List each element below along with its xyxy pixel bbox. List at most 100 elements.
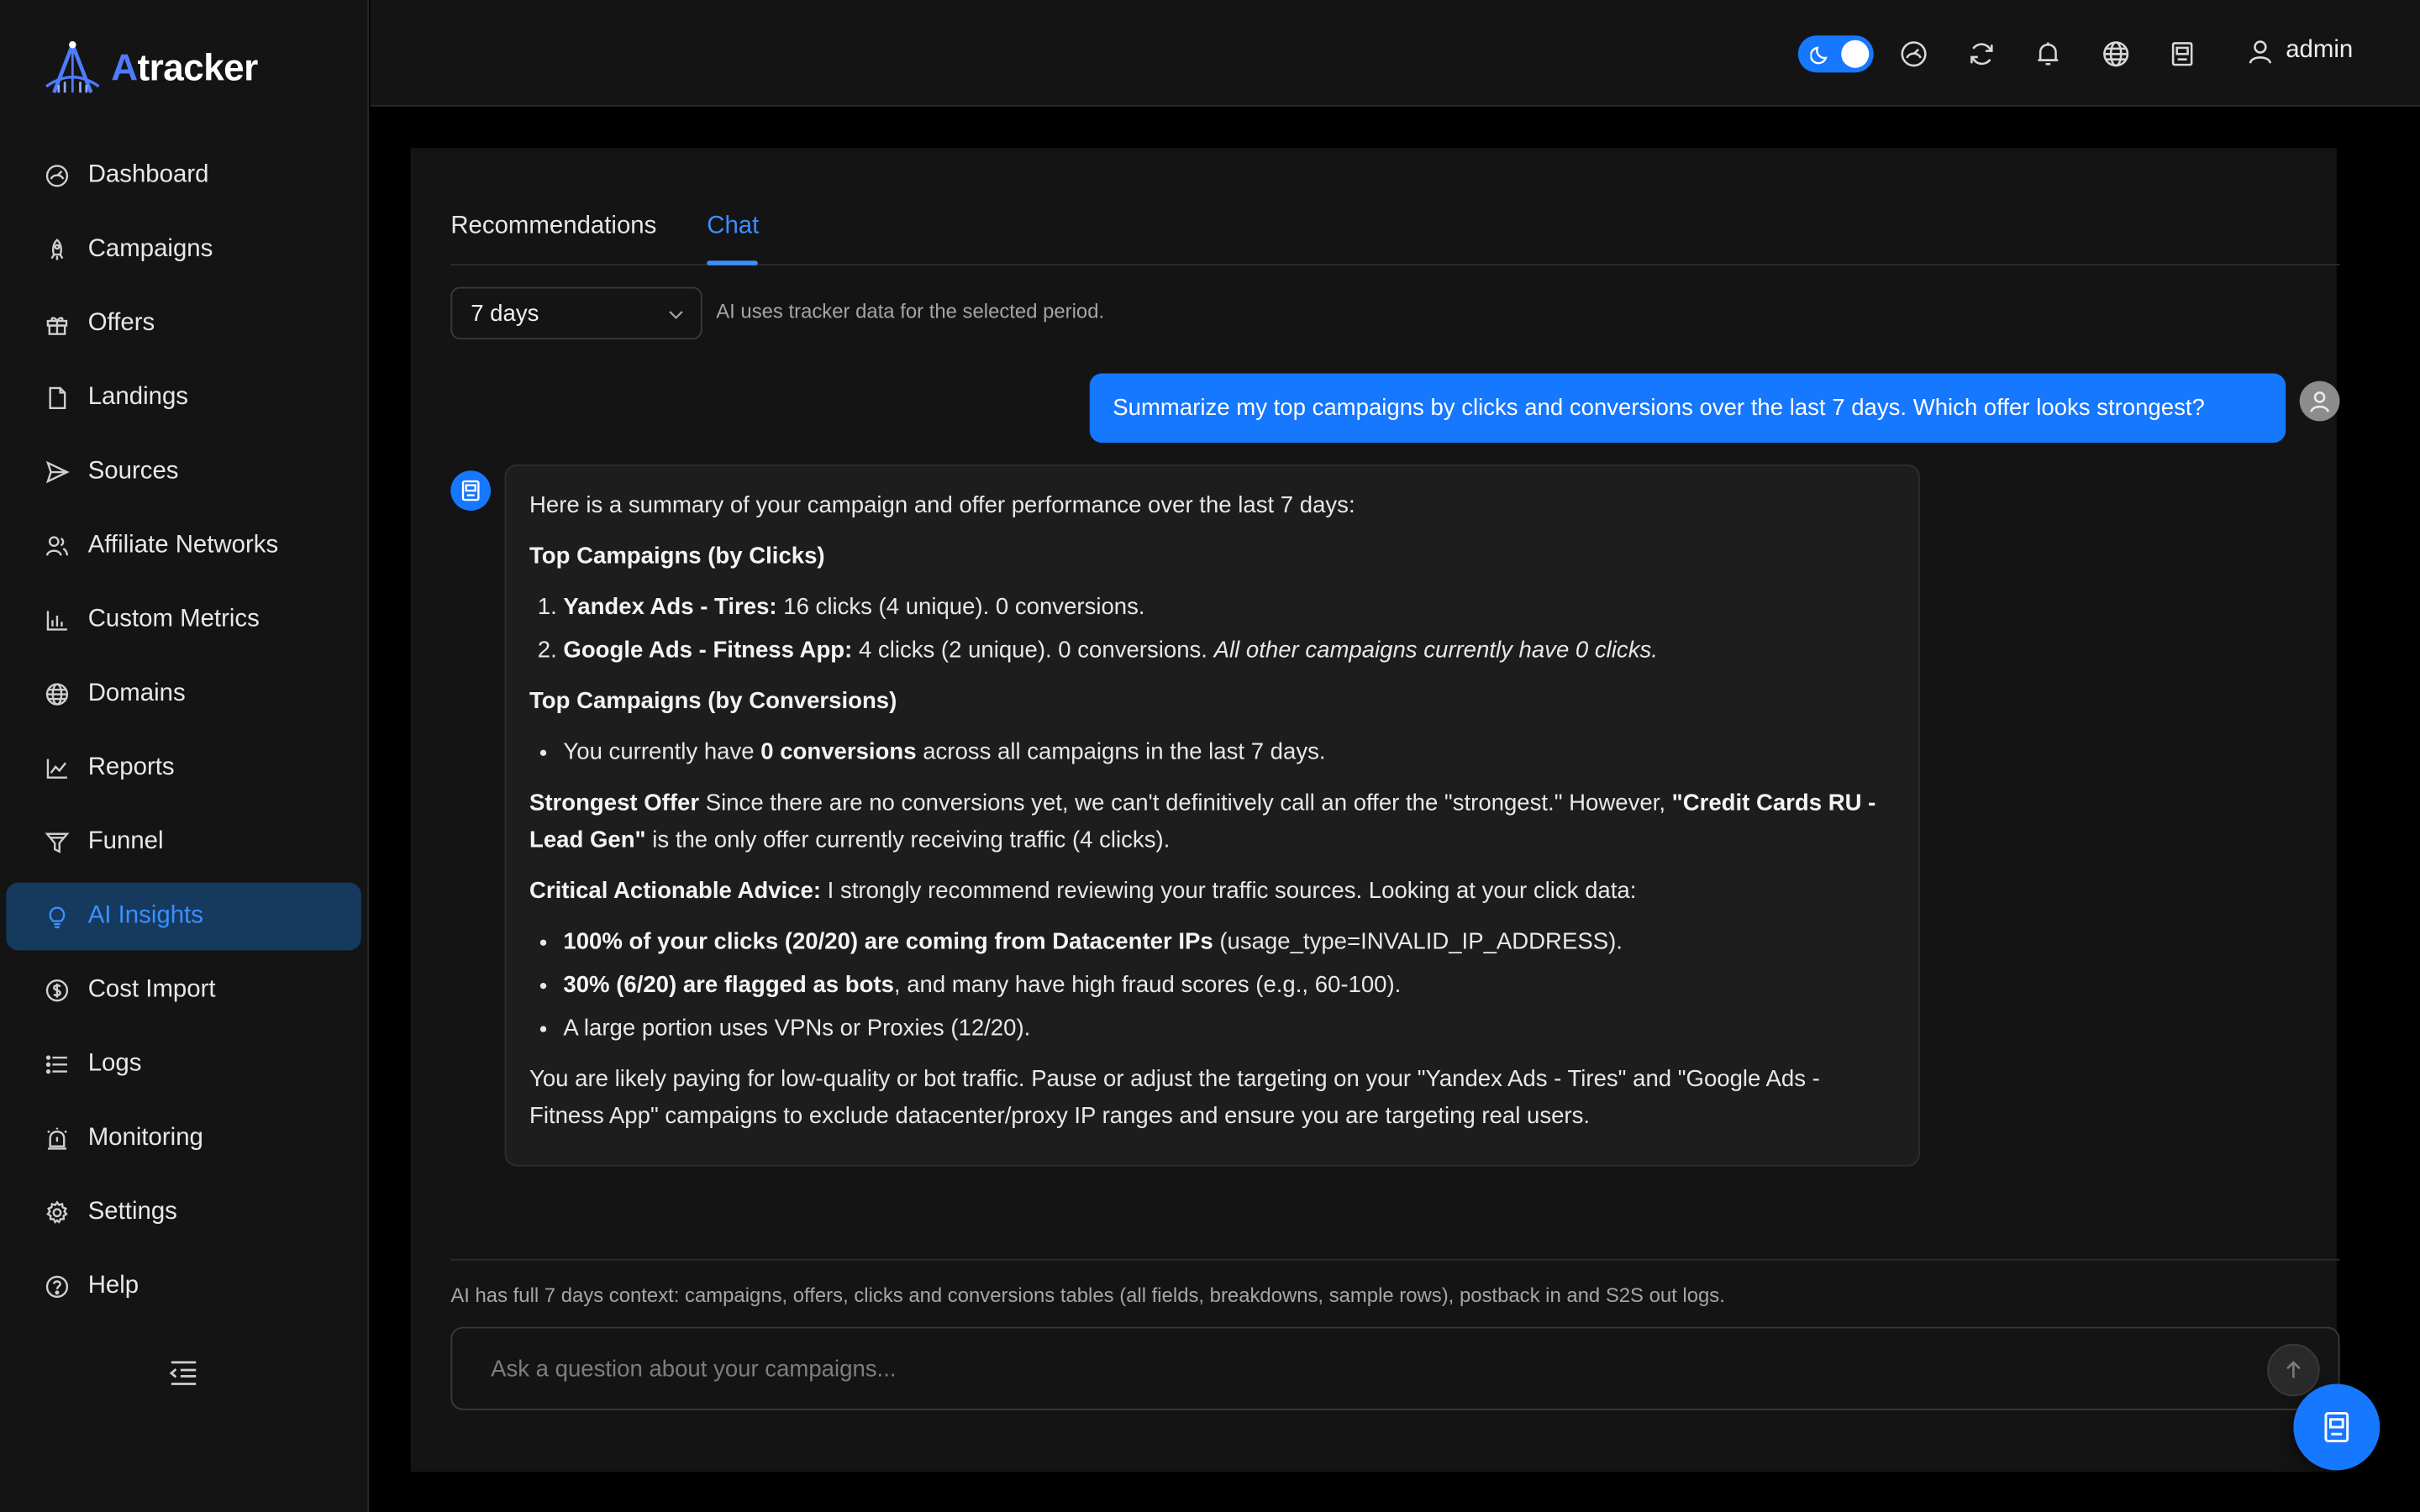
list-item: A large portion uses VPNs or Proxies (12…: [563, 1011, 1895, 1047]
dollar-icon: [45, 978, 69, 1002]
sidebar-item-label: Offers: [87, 310, 155, 337]
assistant-avatar: [450, 470, 492, 511]
sidebar-item-label: Campaigns: [87, 236, 213, 263]
sidebar-item-label: Landings: [87, 384, 188, 411]
sidebar-item-sources[interactable]: Sources: [6, 438, 360, 507]
line-chart-icon: [45, 756, 69, 780]
logo[interactable]: Atracker: [43, 40, 258, 99]
assistant-intro: Here is a summary of your campaign and o…: [529, 491, 1355, 519]
globe-icon: [45, 682, 69, 706]
bar-chart-icon: [45, 608, 69, 633]
toggle-knob: [1841, 39, 1870, 68]
sidebar-item-campaigns[interactable]: Campaigns: [6, 216, 360, 284]
logo-text: Atracker: [111, 47, 258, 90]
active-tab-indicator: [707, 260, 758, 265]
sidebar-item-dashboard[interactable]: Dashboard: [6, 142, 360, 210]
list-item: You currently have 0 conversions across …: [563, 734, 1895, 771]
send-icon: [45, 459, 70, 484]
divider: [450, 1258, 2340, 1261]
theme-toggle[interactable]: [1797, 35, 1874, 73]
strongest-offer-paragraph: Strongest Offer Since there are no conve…: [529, 790, 1876, 853]
conversions-list: You currently have 0 conversions across …: [563, 734, 1895, 771]
funnel-icon: [45, 830, 70, 854]
list-item: Google Ads - Fitness App: 4 clicks (2 un…: [563, 633, 1895, 669]
ai-insights-panel: Recommendations Chat 7 days AI uses trac…: [410, 148, 2340, 1473]
sidebar-item-affiliate-networks[interactable]: Affiliate Networks: [6, 512, 360, 580]
sidebar-item-ai-insights[interactable]: AI Insights: [6, 882, 361, 951]
rocket-icon: [45, 238, 69, 262]
period-note: AI uses tracker data for the selected pe…: [716, 299, 1105, 323]
gift-icon: [45, 312, 69, 336]
top-campaigns-by-clicks-list: Yandex Ads - Tires: 16 clicks (4 unique)…: [563, 590, 1895, 670]
robot-icon[interactable]: [2167, 39, 2198, 70]
assistant-message: Here is a summary of your campaign and o…: [504, 464, 1920, 1167]
sidebar-item-reports[interactable]: Reports: [6, 734, 360, 802]
sidebar-item-funnel[interactable]: Funnel: [6, 808, 360, 876]
speedometer-icon[interactable]: [1898, 39, 1929, 70]
sidebar-item-label: Sources: [87, 458, 179, 485]
sidebar: Atracker Dashboard Campaigns Offers Land…: [0, 0, 369, 1512]
sidebar-item-label: Monitoring: [87, 1124, 203, 1152]
sidebar-item-label: Funnel: [87, 828, 164, 855]
user-icon: [2249, 39, 2272, 63]
sidebar-item-label: Custom Metrics: [87, 606, 260, 633]
tab-recommendations[interactable]: Recommendations: [450, 213, 656, 240]
sidebar-item-label: AI Insights: [87, 902, 203, 929]
sidebar-item-label: Logs: [87, 1050, 142, 1078]
sidebar-item-logs[interactable]: Logs: [6, 1031, 360, 1099]
sidebar-item-cost-import[interactable]: Cost Import: [6, 957, 360, 1025]
username: admin: [2286, 37, 2354, 64]
list-icon: [45, 1053, 69, 1077]
sidebar-item-label: Settings: [87, 1199, 177, 1226]
context-note: AI has full 7 days context: campaigns, o…: [450, 1284, 1725, 1307]
robot-icon: [2324, 1411, 2349, 1442]
chat-input[interactable]: [452, 1328, 2243, 1409]
robot-icon: [461, 480, 480, 501]
sidebar-item-label: Domains: [87, 680, 186, 707]
tab-chat[interactable]: Chat: [707, 213, 759, 240]
gauge-icon: [45, 164, 69, 188]
send-button[interactable]: [2267, 1343, 2320, 1397]
bulb-icon: [45, 904, 69, 929]
help-icon: [45, 1274, 69, 1299]
sidebar-item-landings[interactable]: Landings: [6, 364, 360, 432]
top-header: admin: [370, 0, 2420, 107]
user-icon: [2310, 391, 2329, 412]
traffic-findings-list: 100% of your clicks (20/20) are coming f…: [563, 924, 1895, 1047]
arrow-up-icon: [2286, 1361, 2301, 1378]
alarm-icon: [45, 1126, 69, 1151]
logo-icon: [45, 41, 100, 94]
sidebar-item-custom-metrics[interactable]: Custom Metrics: [6, 586, 360, 654]
section-heading: Top Campaigns (by Conversions): [529, 688, 897, 715]
sidebar-item-label: Help: [87, 1273, 139, 1299]
moon-icon: [1809, 43, 1832, 65]
sidebar-item-label: Dashboard: [87, 161, 209, 189]
assistant-fab-button[interactable]: [2293, 1383, 2381, 1471]
sidebar-item-offers[interactable]: Offers: [6, 290, 360, 358]
user-message: Summarize my top campaigns by clicks and…: [1089, 373, 2286, 444]
list-item: 100% of your clicks (20/20) are coming f…: [563, 924, 1895, 961]
refresh-icon[interactable]: [1966, 39, 1997, 70]
globe-icon[interactable]: [2101, 39, 2132, 70]
sidebar-nav: Dashboard Campaigns Offers Landings Sour…: [6, 142, 361, 1327]
users-icon: [45, 534, 69, 559]
sidebar-item-monitoring[interactable]: Monitoring: [6, 1105, 360, 1173]
section-heading: Top Campaigns (by Clicks): [529, 543, 825, 570]
user-menu[interactable]: admin: [2247, 37, 2353, 65]
sidebar-item-settings[interactable]: Settings: [6, 1179, 360, 1247]
period-select-value: 7 days: [471, 300, 539, 327]
list-item: Yandex Ads - Tires: 16 clicks (4 unique)…: [563, 590, 1895, 627]
sidebar-item-help[interactable]: Help: [6, 1252, 360, 1320]
gear-icon: [45, 1200, 69, 1225]
closing-paragraph: You are likely paying for low-quality or…: [529, 1066, 1820, 1130]
sidebar-item-label: Reports: [87, 754, 175, 781]
period-select[interactable]: 7 days: [450, 286, 702, 340]
bell-icon[interactable]: [2033, 39, 2064, 70]
sidebar-item-label: Cost Import: [87, 976, 216, 1003]
list-item: 30% (6/20) are flagged as bots, and many…: [563, 968, 1895, 1005]
sidebar-item-domains[interactable]: Domains: [6, 660, 360, 728]
advice-paragraph: Critical Actionable Advice: I strongly r…: [529, 878, 1637, 905]
chat-input-box: [450, 1326, 2340, 1410]
user-avatar: [2299, 381, 2340, 422]
collapse-sidebar-icon[interactable]: [166, 1357, 200, 1389]
